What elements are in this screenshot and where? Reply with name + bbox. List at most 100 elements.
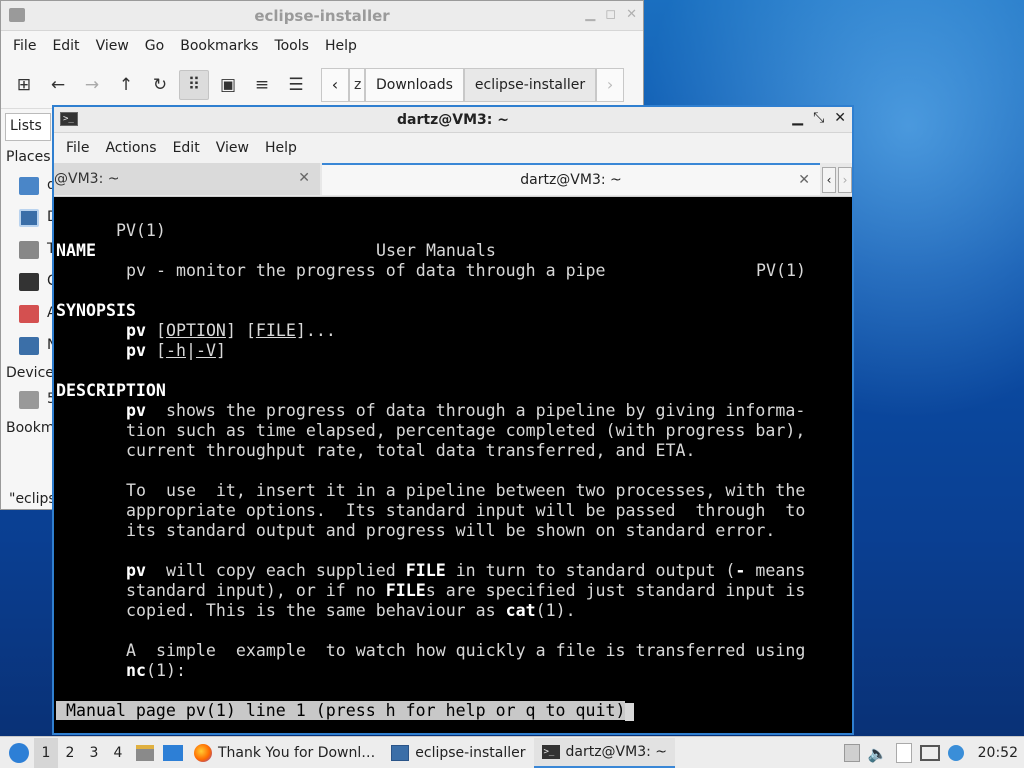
tab-scroll-right-icon[interactable]: › [838, 167, 852, 193]
file-manager-titlebar[interactable]: eclipse-installer ▁ ◻ ✕ [1, 1, 643, 31]
menu-file[interactable]: File [58, 140, 97, 156]
menu-edit[interactable]: Edit [165, 140, 208, 156]
forward-arrow-icon[interactable]: → [77, 70, 107, 100]
close-icon[interactable]: ✕ [834, 110, 846, 126]
man-header-right: PV(1) [756, 261, 806, 280]
reload-icon[interactable]: ↻ [145, 70, 175, 100]
file-keyword: FILE [385, 581, 426, 600]
text: copied. This is the same behaviour as [126, 601, 506, 620]
desc-para-4-line-2: nc(1): [126, 661, 186, 681]
compact-view-icon[interactable]: ≡ [247, 70, 277, 100]
menu-go[interactable]: Go [137, 38, 172, 54]
computer-icon[interactable] [19, 273, 39, 291]
man-status-line: Manual page pv(1) line 1 (press h for he… [56, 701, 635, 721]
applications-icon[interactable] [19, 305, 39, 323]
path-scroll-right-icon[interactable]: › [596, 67, 625, 102]
menu-view[interactable]: View [208, 140, 257, 156]
menu-edit[interactable]: Edit [44, 38, 87, 54]
minimize-icon[interactable]: ▁ [792, 110, 803, 126]
desc-para-4-line-1: A simple example to watch how quickly a … [126, 641, 806, 660]
new-window-icon[interactable]: ⊞ [9, 70, 39, 100]
tab-1[interactable]: @VM3: ~ ✕ [54, 163, 320, 195]
volume-icon[interactable]: 🔈 [868, 744, 888, 763]
minimize-icon[interactable]: ▁ [585, 7, 595, 22]
file-manager-status-text: "eclips [9, 491, 56, 507]
desc-para-3-line-1: pv will copy each supplied FILE in turn … [126, 561, 805, 581]
drive-icon[interactable] [19, 391, 39, 409]
man-header-center: User Manuals [376, 241, 496, 260]
sidebar-bookmarks-header: Bookm [6, 420, 53, 436]
desktop-folder-icon[interactable] [19, 209, 39, 227]
text: in turn to standard output ( [445, 561, 736, 580]
task-label: dartz@VM3: ~ [565, 743, 668, 760]
folder-window-icon [9, 8, 25, 22]
terminal-menubar: File Actions Edit View Help [54, 133, 852, 163]
desc-para-1-line-1: pv shows the progress of data through a … [126, 401, 805, 421]
path-segment-eclipse-installer[interactable]: eclipse-installer [463, 67, 597, 102]
task-file-manager[interactable]: eclipse-installer [383, 738, 533, 768]
workspace-2[interactable]: 2 [58, 738, 82, 768]
menu-help[interactable]: Help [257, 140, 305, 156]
tab-scroll-left-icon[interactable]: ‹ [822, 167, 836, 193]
desc-para-2-line-2: appropriate options. Its standard input … [126, 501, 806, 520]
icon-view-icon[interactable]: ⠿ [179, 69, 209, 100]
show-desktop-icon[interactable] [160, 740, 186, 766]
separator: | [185, 341, 196, 360]
path-bar: ‹ z Downloads eclipse-installer › [321, 67, 625, 103]
menu-help[interactable]: Help [317, 38, 365, 54]
man-header-left: PV(1) [115, 221, 166, 240]
detailed-list-view-icon[interactable]: ☰ [281, 70, 311, 100]
trash-icon[interactable] [19, 241, 39, 259]
synopsis-command: pv [126, 341, 146, 360]
maximize-icon[interactable]: ◻ [605, 7, 616, 22]
menu-bookmarks[interactable]: Bookmarks [172, 38, 266, 54]
menu-tools[interactable]: Tools [266, 38, 317, 54]
clock[interactable]: 20:52 [978, 745, 1018, 761]
file-manager-launcher-icon[interactable] [132, 740, 158, 766]
back-arrow-icon[interactable]: ← [43, 70, 73, 100]
tray-scroll-icon[interactable] [843, 744, 860, 762]
close-icon[interactable]: ✕ [626, 7, 637, 22]
text: shows the progress of data through a pip… [145, 401, 806, 420]
text: (1). [535, 601, 576, 620]
task-browser[interactable]: Thank You for Downl… [186, 738, 383, 768]
bracket: [ [155, 341, 166, 360]
desc-para-3-line-3: copied. This is the same behaviour as ca… [126, 601, 576, 621]
bracket: ]... [295, 321, 336, 340]
tab-close-icon[interactable]: ✕ [798, 172, 810, 188]
menu-actions[interactable]: Actions [97, 140, 164, 156]
terminal-title: dartz@VM3: ~ [397, 111, 509, 128]
sidebar-lists-tab[interactable]: Lists [5, 113, 51, 141]
home-folder-icon[interactable] [19, 177, 39, 195]
terminal-window[interactable]: >_ dartz@VM3: ~ ▁ ⤡ ✕ File Actions Edit … [52, 105, 854, 735]
clipboard-icon[interactable] [895, 743, 912, 763]
terminal-screen[interactable]: PV(1) User Manuals PV(1) NAME pv - monit… [54, 199, 852, 733]
restore-icon[interactable]: ⤡ [813, 110, 824, 126]
up-arrow-icon[interactable]: ↑ [111, 70, 141, 100]
network-icon[interactable] [19, 337, 39, 355]
text: means [745, 561, 806, 580]
path-segment-partial[interactable]: z [349, 67, 365, 102]
file-keyword: FILE [405, 561, 446, 580]
workspace-3[interactable]: 3 [82, 738, 106, 768]
nc-command: nc [126, 661, 146, 680]
path-scroll-left-icon[interactable]: ‹ [321, 67, 349, 102]
section-heading-description: DESCRIPTION [56, 381, 166, 400]
file-manager-toolbar: ⊞ ← → ↑ ↻ ⠿ ▣ ≡ ☰ ‹ z Downloads eclipse-… [1, 61, 643, 109]
system-tray: 🔈 20:52 [843, 737, 1024, 768]
updates-icon[interactable] [947, 745, 964, 761]
network-icon[interactable] [919, 745, 940, 761]
tab-close-icon[interactable]: ✕ [298, 170, 310, 186]
thumbnail-view-icon[interactable]: ▣ [213, 70, 243, 100]
task-terminal[interactable]: >_ dartz@VM3: ~ [533, 737, 676, 768]
terminal-titlebar[interactable]: >_ dartz@VM3: ~ ▁ ⤡ ✕ [54, 107, 852, 133]
section-heading-name: NAME [56, 241, 96, 260]
menu-view[interactable]: View [88, 38, 137, 54]
workspace-4[interactable]: 4 [106, 738, 130, 768]
menu-file[interactable]: File [5, 38, 44, 54]
tab-2[interactable]: dartz@VM3: ~ ✕ [322, 163, 820, 195]
desc-para-1-line-2: tion such as time elapsed, percentage co… [126, 421, 806, 440]
path-segment-downloads[interactable]: Downloads [365, 67, 464, 102]
workspace-1[interactable]: 1 [34, 737, 58, 768]
start-menu-button[interactable] [4, 738, 34, 768]
